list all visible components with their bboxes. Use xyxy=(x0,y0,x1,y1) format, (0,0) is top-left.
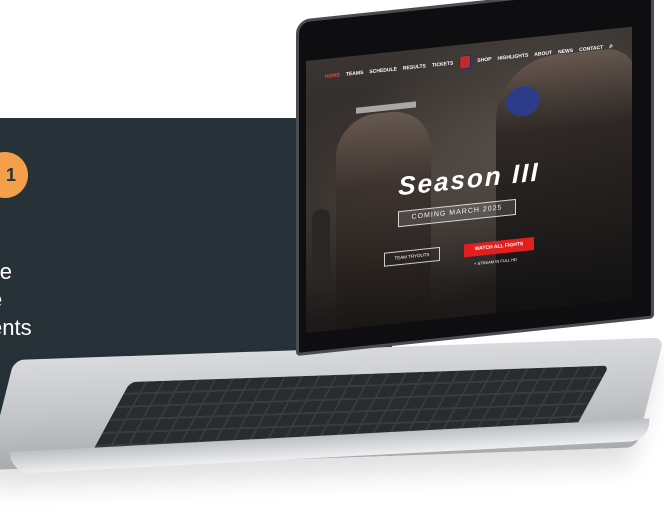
nav-teams[interactable]: TEAMS xyxy=(346,70,364,78)
search-icon[interactable]: ⌕ xyxy=(609,43,613,51)
nav-about[interactable]: ABOUT xyxy=(534,50,552,58)
nav-shop[interactable]: SHOP xyxy=(477,56,491,63)
website-screen: HOME TEAMS SCHEDULE RESULTS TICKETS SHOP… xyxy=(306,26,632,333)
nav-results[interactable]: RESULTS xyxy=(403,63,426,71)
nav-contact[interactable]: CONTACT xyxy=(579,45,603,54)
nav-home[interactable]: HOME xyxy=(325,72,340,80)
nav-schedule[interactable]: SCHEDULE xyxy=(369,66,397,75)
laptop-mockup: HOME TEAMS SCHEDULE RESULTS TICKETS SHOP… xyxy=(0,0,664,513)
site-logo[interactable] xyxy=(459,54,472,70)
nav-highlights[interactable]: HIGHLIGHTS xyxy=(497,53,528,62)
nav-news[interactable]: NEWS xyxy=(558,48,573,56)
background-fighter xyxy=(312,208,330,291)
laptop-screen-assembly: HOME TEAMS SCHEDULE RESULTS TICKETS SHOP… xyxy=(296,0,662,380)
nav-tickets[interactable]: TICKETS xyxy=(432,60,453,68)
